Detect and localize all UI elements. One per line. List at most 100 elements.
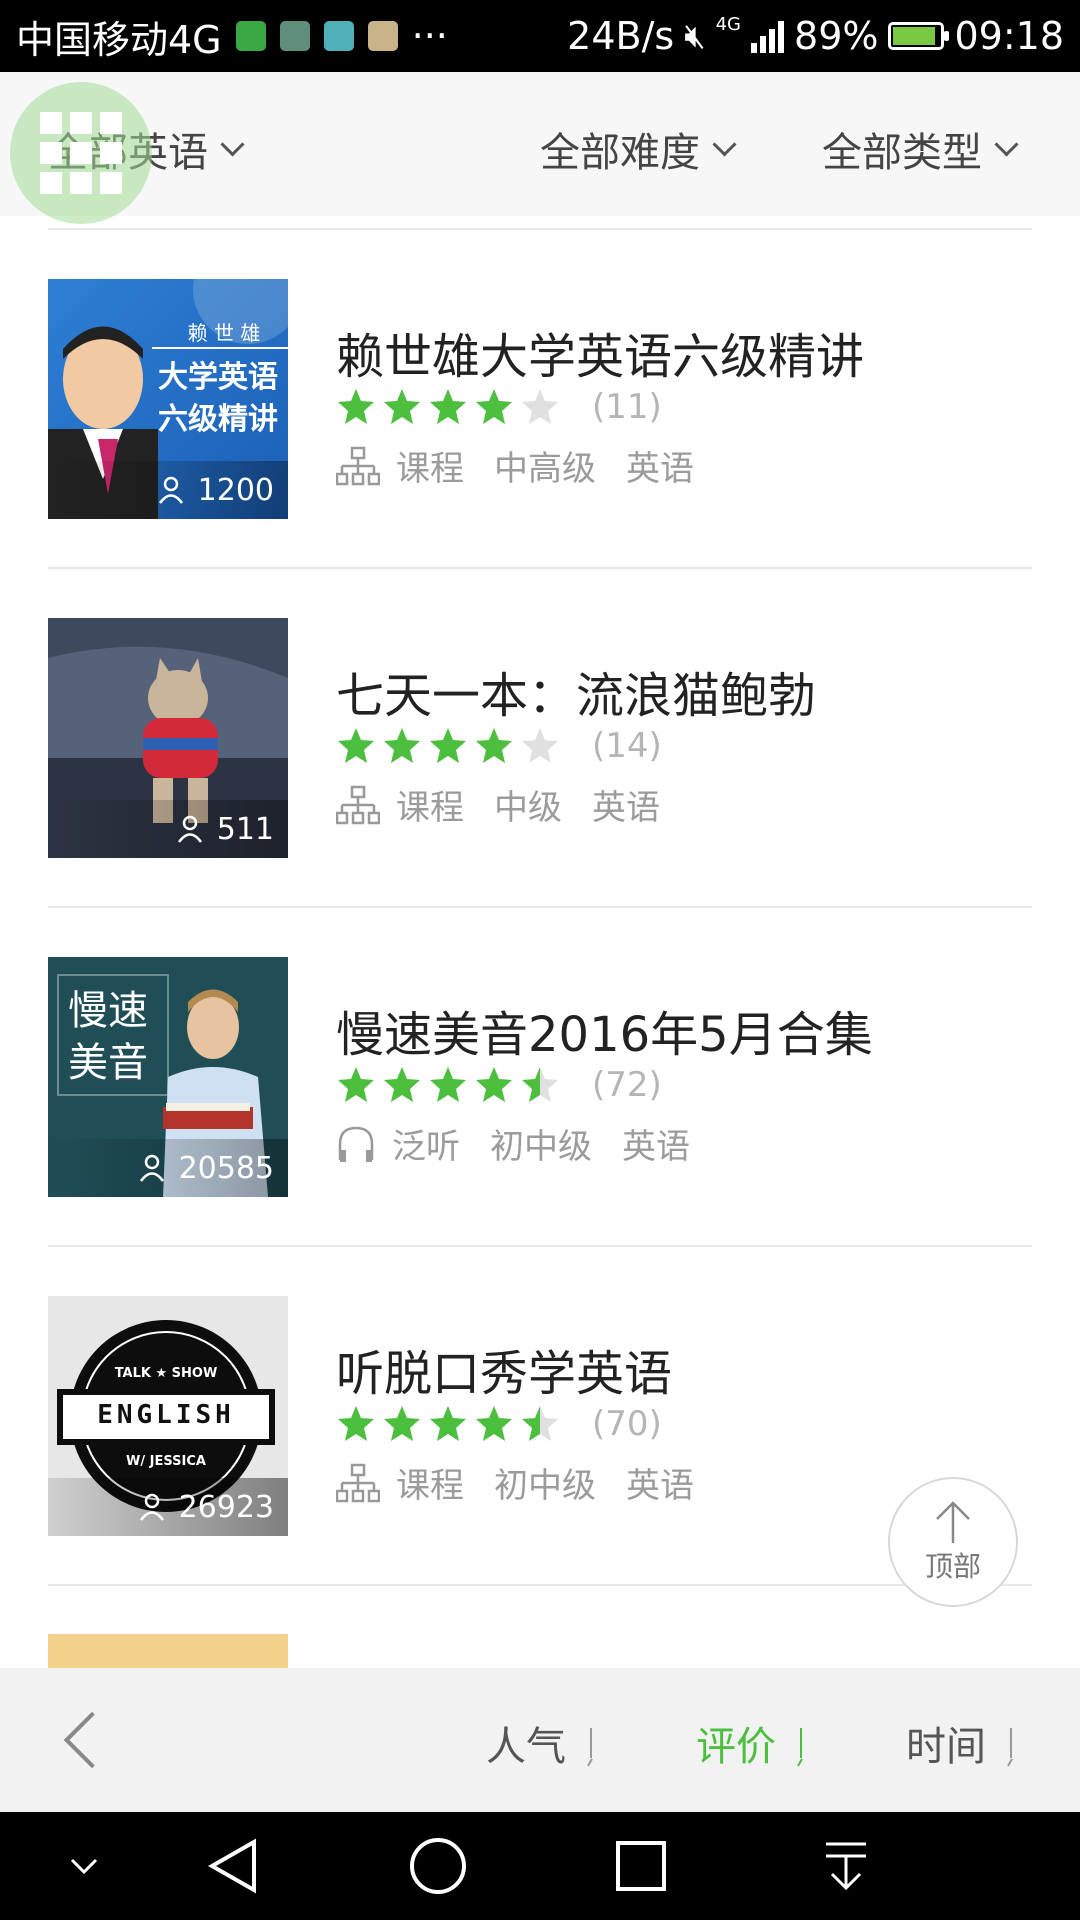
sort-rating[interactable]: 评价 xyxy=(696,1714,802,1772)
back-to-top-button[interactable]: 顶部 xyxy=(888,1477,1018,1607)
stars xyxy=(336,726,560,766)
filter-difficulty[interactable]: 全部难度 xyxy=(540,120,737,178)
star-icon xyxy=(476,1067,512,1102)
course-meta: 课程 中高级 英语 xyxy=(336,441,694,490)
learner-count: 20585 xyxy=(48,1139,288,1197)
divider xyxy=(48,1245,1032,1247)
divider xyxy=(48,1584,1032,1586)
star-icon xyxy=(338,1406,374,1441)
filter-type[interactable]: 全部类型 xyxy=(822,120,1019,178)
sort-arrow-icon xyxy=(590,1728,592,1758)
star-icon xyxy=(522,389,558,424)
course-title: 赖世雄大学英语六级精讲 xyxy=(336,329,865,385)
sort-arrow-icon xyxy=(1010,1728,1012,1758)
course-type-label: 课程 xyxy=(396,788,464,828)
nav-notifications-button[interactable] xyxy=(811,1832,881,1902)
list-item[interactable]: 赖 世 雄 大学英语 六级精讲 1200 赖世雄大学英语六级精讲 (11) 课程… xyxy=(0,279,1080,519)
star-icon xyxy=(384,1067,420,1102)
course-language: 英语 xyxy=(622,1127,690,1167)
logo-bottom-text: W/ JESSICA xyxy=(126,1454,206,1469)
course-type-label: 课程 xyxy=(396,1466,464,1506)
star-icon xyxy=(430,389,466,424)
course-language: 英语 xyxy=(626,1466,694,1506)
list-item[interactable]: 慢速 美音 20585 慢速美音2016年5月合集 (72) 泛听 初中级 英语 xyxy=(0,957,1080,1197)
learner-count: 511 xyxy=(48,800,288,858)
course-icon xyxy=(336,446,380,485)
course-type: 泛听 xyxy=(336,1119,460,1168)
course-type-label: 课程 xyxy=(396,449,464,489)
nav-home-button[interactable] xyxy=(403,1832,473,1902)
stars xyxy=(336,1404,560,1444)
course-meta: 课程 初中级 英语 xyxy=(336,1458,694,1507)
notes-app-icon xyxy=(367,21,398,51)
carrier-label: 中国移动4G xyxy=(16,17,222,62)
nav-icons xyxy=(70,1838,866,1894)
learner-count: 26923 xyxy=(48,1478,288,1536)
chevron-down-icon xyxy=(220,131,245,157)
sync-app-icon xyxy=(235,21,266,51)
network-type: 4G xyxy=(715,14,742,35)
divider xyxy=(48,567,1032,569)
rating-count: (72) xyxy=(592,1065,662,1105)
course-icon xyxy=(336,785,380,824)
status-bar: 中国移动4G ··· 24B/s 🔇︎ 4G 89% 09:18 xyxy=(0,0,1080,72)
course-meta: 泛听 初中级 英语 xyxy=(336,1119,690,1168)
grid-icon xyxy=(40,112,122,194)
back-chevron-icon[interactable] xyxy=(63,1711,121,1769)
logo-mid-text: ENGLISH xyxy=(97,1400,235,1430)
sort-time[interactable]: 时间 xyxy=(906,1714,1012,1772)
nav-back-button[interactable] xyxy=(195,1832,265,1902)
logo-top-text: TALK ★ SHOW xyxy=(114,1366,218,1381)
learner-count: 1200 xyxy=(48,461,288,519)
thumb-line: 美音 xyxy=(68,1040,148,1086)
sort-popularity[interactable]: 人气 xyxy=(486,1714,592,1772)
learner-count-value: 511 xyxy=(216,811,274,847)
person-icon xyxy=(139,1493,164,1521)
divider xyxy=(48,906,1032,908)
signal-icon xyxy=(751,19,785,53)
star-icon xyxy=(338,389,374,424)
course-type: 课程 xyxy=(336,780,464,829)
mute-icon: 🔇︎ xyxy=(684,16,706,56)
arrow-up-icon xyxy=(936,1501,970,1543)
course-icon xyxy=(336,1463,380,1502)
network-speed: 24B/s xyxy=(567,14,675,58)
list-item[interactable]: 511 七天一本：流浪猫鲍勃 (14) 课程 中级 英语 xyxy=(0,618,1080,858)
stars xyxy=(336,387,560,427)
person-icon xyxy=(177,815,202,843)
course-level: 中高级 xyxy=(494,449,596,489)
star-rating: (72) xyxy=(336,1065,662,1105)
sort-arrow-icon xyxy=(800,1728,802,1758)
course-title: 慢速美音2016年5月合集 xyxy=(336,1007,873,1063)
back-to-top-label: 顶部 xyxy=(924,1550,981,1583)
course-meta: 课程 中级 英语 xyxy=(336,780,660,829)
thumb-line: 六级精讲 xyxy=(158,402,278,437)
stars xyxy=(336,1065,560,1105)
clock: 09:18 xyxy=(954,14,1064,58)
learner-count-value: 1200 xyxy=(197,472,274,508)
star-icon xyxy=(338,728,374,763)
star-icon xyxy=(522,728,558,763)
course-type: 课程 xyxy=(336,441,464,490)
sort-time-label: 时间 xyxy=(906,1724,986,1770)
thumb-title: 慢速 美音 xyxy=(68,985,148,1089)
star-icon xyxy=(476,389,512,424)
star-icon xyxy=(338,1067,374,1102)
sort-bar: 人气 评价 时间 xyxy=(0,1668,1080,1812)
star-rating: (14) xyxy=(336,726,662,766)
battery-percent: 89% xyxy=(794,14,879,58)
nav-collapse-button[interactable] xyxy=(50,1832,120,1902)
thumb-title: 大学英语 六级精讲 xyxy=(148,357,288,441)
course-title: 七天一本：流浪猫鲍勃 xyxy=(336,668,817,724)
nav-recents-button[interactable] xyxy=(606,1832,676,1902)
rating-count: (14) xyxy=(592,726,662,766)
learner-count-value: 26923 xyxy=(178,1489,274,1525)
star-icon xyxy=(384,1406,420,1441)
course-level: 中级 xyxy=(494,788,562,828)
star-icon xyxy=(522,1067,558,1102)
floating-menu-button[interactable] xyxy=(10,82,152,224)
filter-difficulty-label: 全部难度 xyxy=(540,130,700,176)
course-thumbnail: 511 xyxy=(48,618,288,858)
course-language: 英语 xyxy=(592,788,660,828)
course-type: 课程 xyxy=(336,1458,464,1507)
